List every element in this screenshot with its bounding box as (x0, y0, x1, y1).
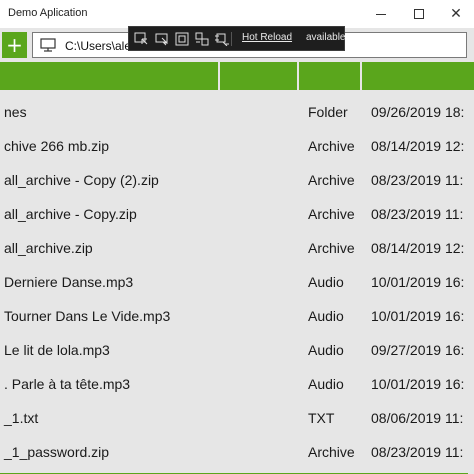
file-date: 09/27/2019 16: (371, 342, 465, 358)
hot-reload-status: available (306, 32, 346, 43)
file-date: 08/14/2019 12: (371, 240, 465, 256)
title-bar: Demo Aplication ✕ (0, 0, 474, 28)
file-name: all_archive.zip (4, 240, 93, 256)
file-name: _1.txt (4, 410, 39, 426)
file-name: Tourner Dans Le Vide.mp3 (4, 308, 171, 324)
column-divider[interactable] (218, 62, 220, 90)
hot-reload-link[interactable]: Hot Reload (242, 32, 292, 43)
file-date: 09/26/2019 18: (371, 104, 465, 120)
file-type: Archive (308, 240, 355, 256)
hot-reload-icon[interactable] (215, 32, 230, 46)
file-type: Audio (308, 308, 344, 324)
column-divider[interactable] (297, 62, 299, 90)
file-name: _1_password.zip (4, 444, 110, 460)
vertical-scrollbar[interactable] (468, 90, 474, 474)
file-type: Archive (308, 444, 355, 460)
column-divider[interactable] (360, 62, 362, 90)
file-type: Archive (308, 138, 355, 154)
minimize-icon (376, 13, 386, 15)
file-date: 08/23/2019 11: (371, 172, 464, 188)
preview-selection-icon[interactable] (195, 32, 210, 46)
table-row[interactable]: _1_password.zip Archive 08/23/2019 11: (0, 433, 474, 467)
file-date: 08/23/2019 11: (371, 206, 464, 222)
file-type: Archive (308, 172, 355, 188)
file-name: . Parle à ta tête.mp3 (4, 376, 131, 392)
file-date: 08/23/2019 11: (371, 444, 464, 460)
path-text: C:\Users\alex (65, 39, 138, 53)
file-name: nes (4, 104, 27, 120)
file-name: all_archive - Copy.zip (4, 206, 137, 222)
minimize-button[interactable] (362, 0, 400, 28)
file-date: 08/14/2019 12: (371, 138, 465, 154)
file-name: chive 266 mb.zip (4, 138, 110, 154)
file-date: 10/01/2019 16: (371, 274, 465, 290)
file-date: 08/06/2019 11: (371, 410, 464, 426)
table-row[interactable]: Derniere Danse.mp3 Audio 10/01/2019 16: (0, 263, 474, 297)
close-button[interactable]: ✕ (437, 0, 474, 28)
table-row[interactable]: nes Folder 09/26/2019 18: (0, 93, 474, 127)
add-button[interactable]: + (2, 32, 27, 58)
file-type: Audio (308, 376, 344, 392)
table-row[interactable]: . Parle à ta tête.mp3 Audio 10/01/2019 1… (0, 365, 474, 399)
toolbar-separator (231, 32, 232, 46)
track-focus-icon[interactable] (175, 32, 190, 46)
table-row[interactable]: all_archive - Copy (2).zip Archive 08/23… (0, 161, 474, 195)
table-row[interactable]: _1.txt TXT 08/06/2019 11: (0, 399, 474, 433)
computer-icon (40, 38, 56, 52)
debug-toolbar: Hot Reload available (128, 26, 345, 51)
file-name: Le lit de lola.mp3 (4, 342, 110, 358)
table-header (0, 62, 474, 90)
maximize-button[interactable] (400, 0, 438, 28)
file-date: 10/01/2019 16: (371, 376, 465, 392)
file-date: 10/01/2019 16: (371, 308, 465, 324)
file-name: Derniere Danse.mp3 (4, 274, 134, 290)
select-element-icon[interactable] (134, 32, 149, 46)
file-name: all_archive - Copy (2).zip (4, 172, 159, 188)
app-window: Demo Aplication ✕ + C:\Users\alex Hot Re… (0, 0, 474, 474)
file-type: Archive (308, 206, 355, 222)
file-type: Audio (308, 342, 344, 358)
file-type: Audio (308, 274, 344, 290)
display-layout-icon[interactable] (155, 32, 170, 46)
close-icon: ✕ (450, 6, 462, 22)
table-row[interactable]: Tourner Dans Le Vide.mp3 Audio 10/01/201… (0, 297, 474, 331)
window-title: Demo Aplication (8, 7, 88, 19)
file-type: TXT (308, 410, 335, 426)
table-row[interactable]: all_archive - Copy.zip Archive 08/23/201… (0, 195, 474, 229)
table-row[interactable]: chive 266 mb.zip Archive 08/14/2019 12: (0, 127, 474, 161)
file-type: Folder (308, 104, 348, 120)
maximize-icon (414, 9, 424, 19)
table-row[interactable]: Le lit de lola.mp3 Audio 09/27/2019 16: (0, 331, 474, 365)
table-row[interactable]: all_archive.zip Archive 08/14/2019 12: (0, 229, 474, 263)
